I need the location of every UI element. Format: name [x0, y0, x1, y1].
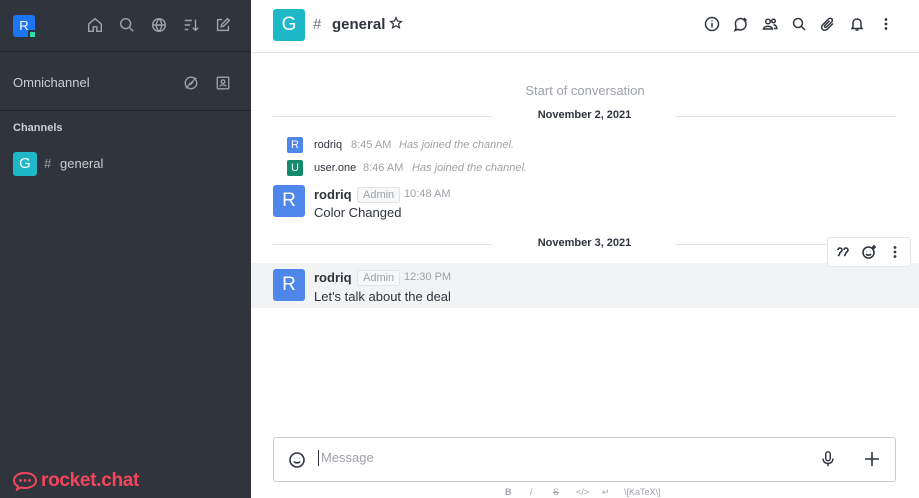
sidebar-header: R [0, 0, 251, 52]
create-new-icon[interactable] [214, 16, 234, 36]
main-content: G # general Start of conversation Novemb… [251, 0, 919, 498]
sort-icon[interactable] [182, 16, 202, 36]
divider-line [676, 116, 896, 117]
multiline-format-button[interactable]: ↵ [602, 487, 610, 498]
strike-format-button[interactable]: S [553, 487, 559, 497]
role-badge: Admin [357, 187, 401, 203]
message-time: 12:30 PM [404, 271, 452, 283]
notification-icon[interactable] [849, 16, 867, 34]
directory-icon[interactable] [150, 16, 170, 36]
room-header-avatar: G [273, 9, 305, 41]
user-avatar[interactable]: R [13, 15, 37, 39]
username[interactable]: rodriq [314, 139, 342, 151]
username[interactable]: user.one [314, 162, 356, 174]
system-message-text: Has joined the channel. [399, 139, 514, 151]
avatar[interactable]: R [273, 185, 305, 217]
emoji-icon[interactable] [288, 451, 306, 469]
omnichannel-status-icon[interactable] [183, 75, 201, 93]
kebab-menu-icon[interactable] [878, 16, 896, 34]
brand-text: rocket.chat [41, 470, 140, 491]
quote-icon[interactable] [835, 244, 853, 262]
message-time: 8:45 AM [351, 139, 392, 151]
microphone-icon[interactable] [819, 450, 837, 470]
channels-section-label: Channels [13, 122, 63, 134]
message[interactable]: R rodriq Admin 12:30 PM Let's talk about… [251, 263, 919, 308]
hashtag-icon: # [44, 156, 52, 171]
divider-line [676, 244, 826, 245]
date-divider-label: November 3, 2021 [537, 237, 632, 249]
members-icon[interactable] [762, 16, 780, 34]
online-status-indicator [28, 30, 37, 39]
kebab-menu-icon[interactable] [887, 244, 905, 262]
omnichannel-section: Omnichannel [0, 53, 251, 111]
date-divider: November 3, 2021 [273, 236, 896, 252]
avatar[interactable]: R [287, 137, 303, 153]
message-composer: Message [273, 437, 896, 482]
message-input[interactable]: Message [318, 450, 374, 466]
system-message: U user.one 8:46 AM Has joined the channe… [287, 160, 587, 178]
bold-format-button[interactable]: B [505, 487, 512, 497]
sidebar: R Omnichannel Channels G # general rocke… [0, 0, 251, 498]
message-actions-toolbar [827, 237, 911, 267]
username[interactable]: rodriq [314, 187, 352, 202]
sidebar-item-general[interactable]: G # general [0, 150, 251, 178]
search-icon[interactable] [118, 16, 138, 36]
room-name: general [60, 156, 104, 171]
start-of-conversation: Start of conversation [525, 83, 645, 98]
avatar[interactable]: R [273, 269, 305, 301]
message-time: 10:48 AM [404, 188, 451, 200]
rocket-chat-logo-icon [12, 471, 38, 491]
info-icon[interactable] [704, 16, 722, 34]
attachment-icon[interactable] [820, 16, 838, 34]
date-divider-label: November 2, 2021 [537, 109, 632, 121]
katex-format-button[interactable]: \[KaTeX\] [624, 487, 661, 497]
room-avatar: G [13, 152, 37, 176]
plus-icon[interactable] [863, 450, 881, 468]
discussion-icon[interactable] [733, 16, 751, 34]
room-header: G # general [251, 0, 919, 53]
hashtag-icon: # [313, 16, 322, 33]
omnichannel-label: Omnichannel [13, 75, 90, 90]
search-icon[interactable] [791, 16, 809, 34]
star-icon[interactable] [389, 16, 405, 32]
message-text: Color Changed [314, 205, 402, 220]
message[interactable]: R rodriq Admin 10:48 AM Color Changed [251, 180, 919, 230]
room-title: general [332, 16, 386, 33]
system-message-text: Has joined the channel. [412, 162, 527, 174]
date-divider: November 2, 2021 [273, 108, 896, 124]
role-badge: Admin [357, 270, 401, 286]
message-time: 8:46 AM [363, 162, 404, 174]
contact-center-icon[interactable] [215, 75, 233, 93]
code-format-button[interactable]: </> [576, 487, 589, 497]
avatar[interactable]: U [287, 160, 303, 176]
add-reaction-icon[interactable] [861, 244, 879, 262]
home-icon[interactable] [86, 16, 106, 36]
username[interactable]: rodriq [314, 270, 352, 285]
system-message: R rodriq 8:45 AM Has joined the channel. [287, 137, 587, 155]
brand-logo: rocket.chat [12, 470, 139, 492]
message-text: Let's talk about the deal [314, 289, 451, 304]
italic-format-button[interactable]: i [530, 487, 532, 497]
